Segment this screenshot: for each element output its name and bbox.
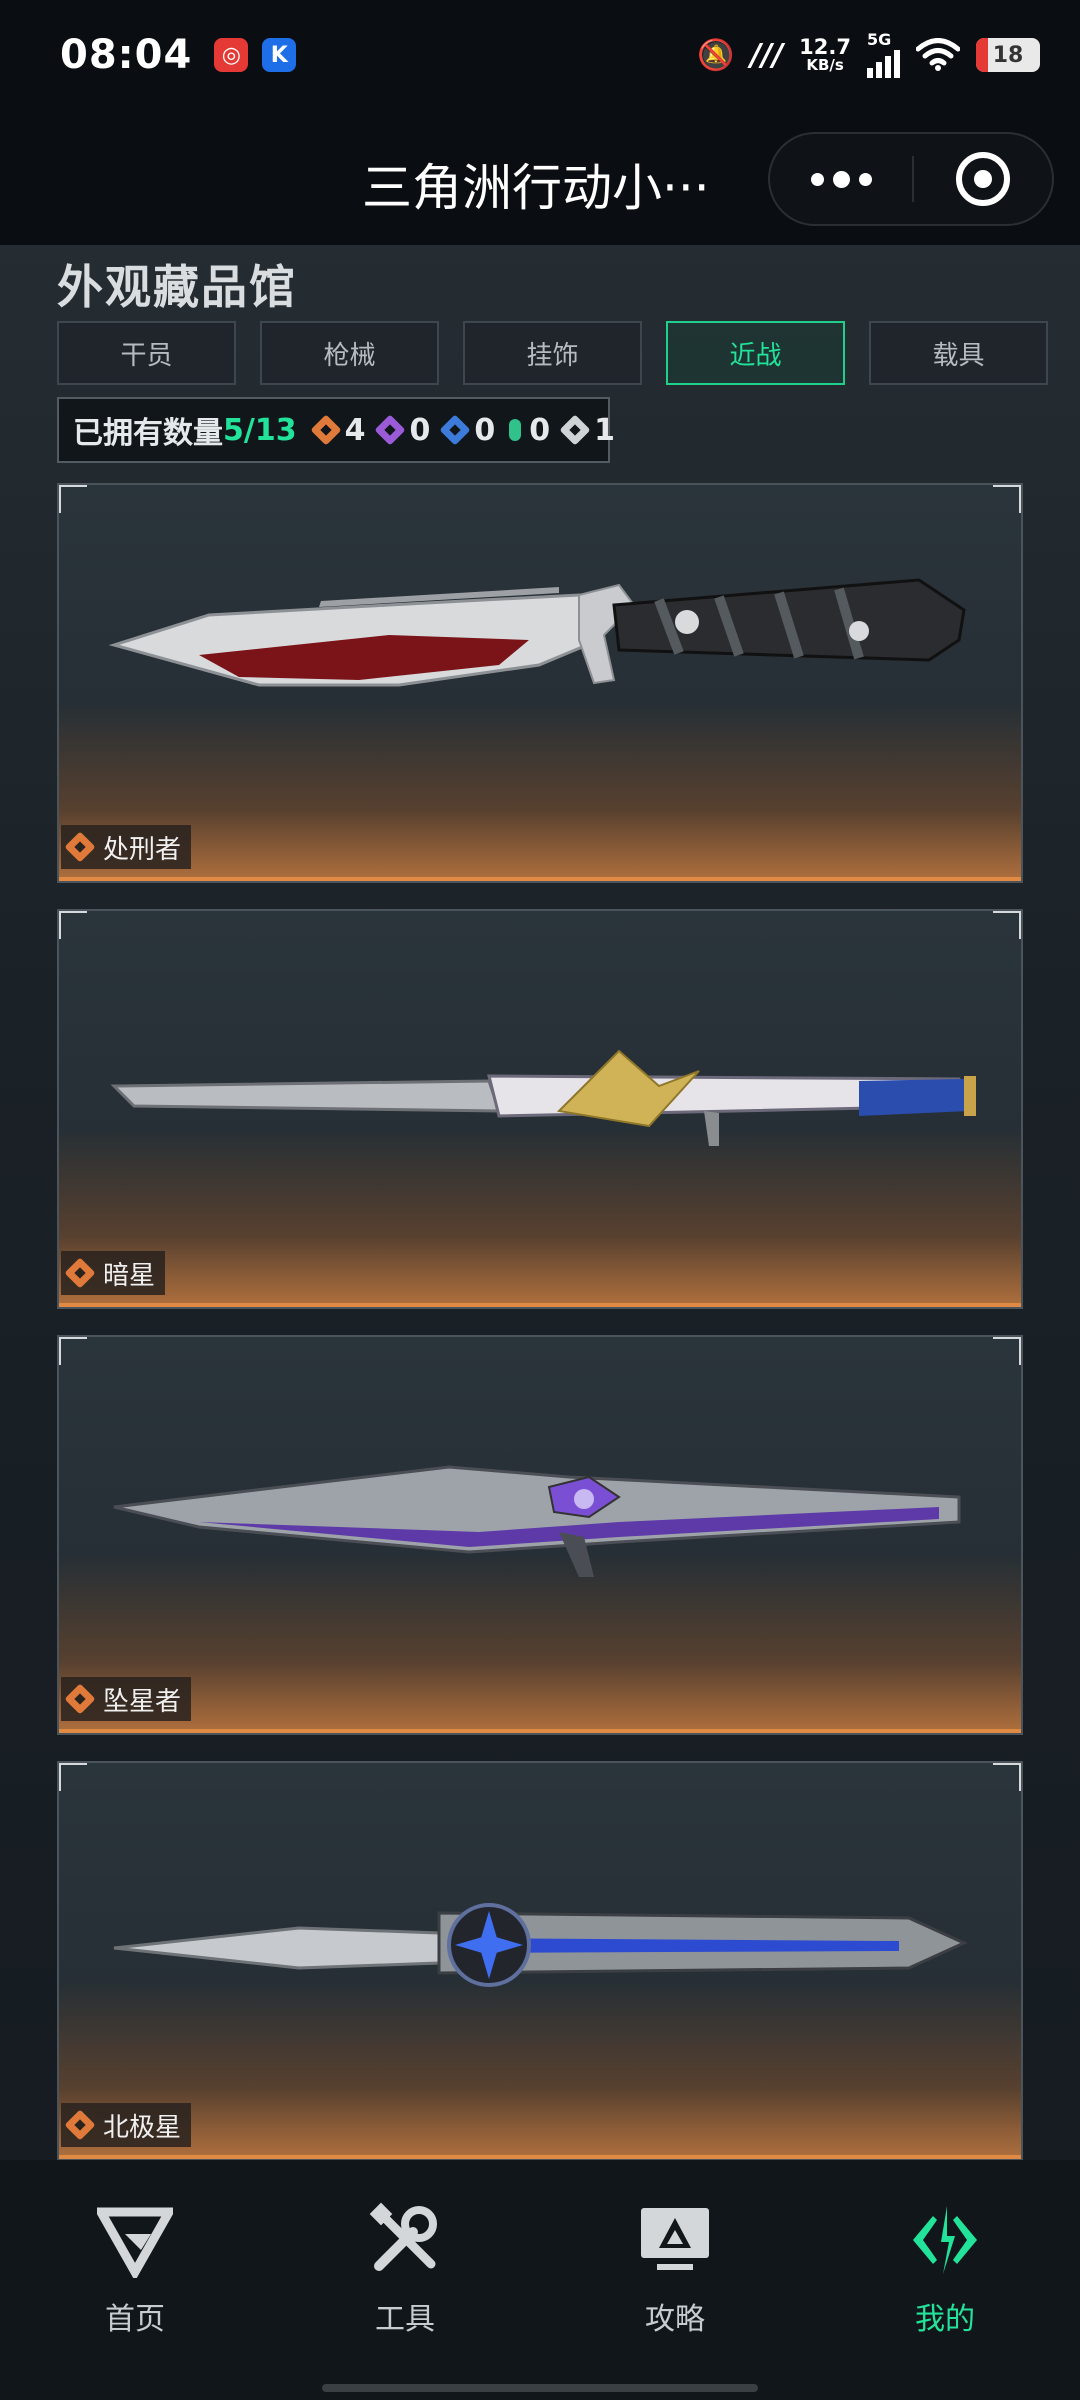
tab-firearms[interactable]: 枪械 [260, 321, 439, 385]
category-tabs: 干员 枪械 挂饰 近战 载具 [57, 321, 1048, 385]
profile-logo-icon [913, 2206, 977, 2274]
nav-profile-label: 我的 [915, 2302, 975, 2337]
more-options-button[interactable] [770, 134, 912, 224]
knife-image [113, 1465, 961, 1577]
rarity-bar [59, 1303, 1021, 1307]
tools-icon [369, 2202, 437, 2271]
rarity-bar [59, 2155, 1021, 2159]
orange-gem-icon [64, 2109, 96, 2141]
melee-item-card[interactable]: 北极星 [57, 1761, 1023, 2160]
dot-icon [832, 170, 850, 188]
network-speed: 12.7 KB/s [799, 35, 851, 74]
home-logo-icon [97, 2207, 173, 2278]
app-red-icon: ◎ [214, 38, 249, 72]
item-name-label: 暗星 [61, 1251, 166, 1295]
purple-gem-icon [374, 414, 407, 446]
wifi-icon [916, 38, 960, 71]
tab-melee[interactable]: 近战 [666, 321, 845, 385]
home-indicator[interactable] [322, 2384, 758, 2392]
orange-gem-icon [64, 831, 96, 863]
page-title: 外观藏品馆 [57, 260, 297, 314]
white-gem-icon [559, 414, 591, 446]
tab-charms[interactable]: 挂饰 [463, 321, 642, 385]
nav-profile[interactable]: 我的 [810, 2160, 1080, 2400]
tab-vehicles[interactable]: 载具 [869, 321, 1048, 385]
blue-gem-icon [439, 414, 471, 446]
nav-tools-label: 工具 [375, 2302, 435, 2337]
green-gem-icon [509, 419, 522, 441]
item-name: 暗星 [103, 1260, 156, 1291]
owned-label: 已拥有数量 [73, 416, 223, 451]
rarity-bar [59, 1729, 1021, 1733]
nav-tools[interactable]: 工具 [270, 2160, 540, 2400]
close-miniprogram-button[interactable] [914, 152, 1052, 206]
dot-icon [810, 172, 824, 186]
rarity-bar [59, 877, 1021, 881]
main-content[interactable]: 外观藏品馆 干员 枪械 挂饰 近战 载具 已拥有数量 5/13 4 0 0 0 … [0, 245, 1080, 2160]
status-time: 08:04 [60, 32, 193, 78]
melee-item-card[interactable]: 处刑者 [57, 483, 1023, 883]
item-name-label: 处刑者 [61, 825, 192, 869]
nav-guide-label: 攻略 [645, 2302, 705, 2337]
mute-bell-icon: 🔕 [696, 37, 735, 73]
battery-icon: 18 [976, 38, 1040, 72]
cellular-signal-icon: 5G [867, 32, 900, 78]
melee-item-card[interactable]: 暗星 [57, 909, 1023, 1309]
status-bar: 08:04 ◎ K 🔕 /// 12.7 KB/s 5G 18 [0, 0, 1080, 110]
item-name: 坠星者 [103, 1686, 182, 1717]
knife-image [113, 1903, 968, 1987]
tab-operator[interactable]: 干员 [57, 321, 236, 385]
rarity-purple-count: 0 [374, 413, 430, 448]
bottom-nav: 首页 工具 攻略 我的 [0, 2160, 1080, 2400]
orange-gem-icon [64, 1257, 96, 1289]
dot-icon [858, 172, 872, 186]
orange-gem-icon [64, 1683, 96, 1715]
item-name-label: 北极星 [61, 2103, 192, 2147]
page-header-title: 三角洲行动小··· [362, 159, 710, 217]
owned-count: 5/13 [223, 412, 297, 448]
carrier-icon: /// [750, 37, 784, 73]
nav-guide[interactable]: 攻略 [540, 2160, 810, 2400]
melee-item-card[interactable]: 坠星者 [57, 1335, 1023, 1735]
item-name: 处刑者 [103, 834, 182, 865]
item-name-label: 坠星者 [61, 1677, 192, 1721]
rarity-white-count: 1 [559, 413, 615, 448]
guide-monitor-icon [641, 2208, 709, 2270]
rarity-blue-count: 0 [439, 413, 495, 448]
capsule-menu [768, 132, 1054, 226]
nav-home[interactable]: 首页 [0, 2160, 270, 2400]
rarity-orange-count: 4 [310, 413, 365, 448]
target-close-icon [956, 152, 1010, 206]
knife-image [110, 1049, 976, 1146]
orange-gem-icon [310, 414, 342, 446]
app-blue-k-icon: K [262, 38, 297, 72]
miniprogram-header: 三角洲行动小··· [0, 110, 1080, 245]
rarity-green-count: 0 [509, 413, 550, 448]
owned-count-panel: 已拥有数量 5/13 4 0 0 0 1 [57, 397, 615, 463]
nav-home-label: 首页 [105, 2302, 165, 2337]
item-name: 北极星 [103, 2112, 182, 2143]
knife-image [108, 578, 966, 687]
